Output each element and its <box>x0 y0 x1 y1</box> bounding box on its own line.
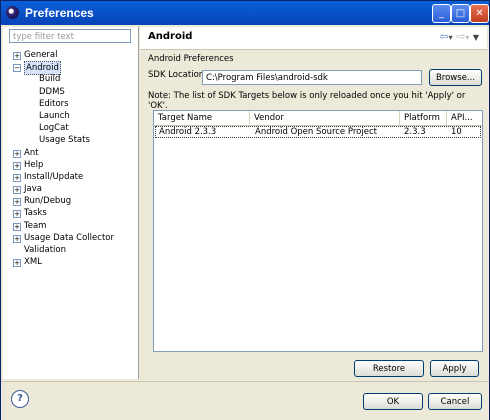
tree-item-run-debug[interactable]: + Run/Debug <box>3 195 138 207</box>
expand-icon[interactable]: + <box>13 259 21 268</box>
tree-item-usage-data-collector[interactable]: + Usage Data Collector <box>3 232 138 244</box>
tree-item-label: Java <box>24 184 42 195</box>
tree-item-usage-stats[interactable]: Usage Stats <box>3 134 138 146</box>
tree-item-label: Editors <box>39 98 69 109</box>
tree-item-label: Launch <box>39 110 70 121</box>
column-api[interactable]: API... <box>447 111 482 125</box>
apply-button[interactable]: Apply <box>430 360 479 377</box>
forward-menu-icon[interactable]: ▾ <box>465 33 469 42</box>
table-header: Target Name Vendor Platform API... <box>154 111 482 126</box>
tree-item-launch[interactable]: Launch <box>3 110 138 122</box>
page-header: Android ⇦▾ ⇨▾ ▼ <box>140 27 487 50</box>
expand-icon[interactable]: + <box>13 186 21 195</box>
expand-icon[interactable]: + <box>13 161 21 170</box>
restore-defaults-button[interactable]: Restore Defaults <box>354 360 424 391</box>
cell-platform: 2.3.3 <box>404 127 426 137</box>
preference-navigation-panel: type filter text + General − Android Build DD… <box>3 27 139 379</box>
cell-target-name: Android 2.3.3 <box>159 127 217 137</box>
preference-tree: + General − Android Build DDMS Editors Launch Lo… <box>3 49 138 268</box>
expand-icon[interactable]: + <box>13 173 21 182</box>
expand-icon[interactable]: + <box>13 210 21 219</box>
tree-item-xml[interactable]: + XML <box>3 256 138 268</box>
tree-item-label: LogCat <box>39 123 69 134</box>
tree-item-help[interactable]: + Help <box>3 159 138 171</box>
sdk-location-label: SDK Location: <box>148 70 208 80</box>
preferences-window: Preferences _ □ ✕ type filter text + Gene… <box>0 0 490 420</box>
maximize-button[interactable]: □ <box>451 4 470 23</box>
collapse-icon[interactable]: − <box>13 64 21 73</box>
tree-item-label: Usage Data Collector <box>24 232 114 243</box>
minimize-button[interactable]: _ <box>432 4 451 23</box>
tree-item-ant[interactable]: + Ant <box>3 147 138 159</box>
cell-vendor: Android Open Source Project <box>255 127 377 137</box>
expand-icon[interactable]: + <box>13 234 21 243</box>
column-platform[interactable]: Platform <box>400 111 447 125</box>
tree-item-java[interactable]: + Java <box>3 183 138 195</box>
cell-api: 10 <box>451 127 462 137</box>
browse-button[interactable]: Browse... <box>429 69 482 86</box>
expand-icon[interactable]: + <box>13 149 21 158</box>
back-menu-icon[interactable]: ▾ <box>449 33 453 42</box>
cancel-button[interactable]: Cancel <box>428 393 482 410</box>
tree-item-label: Install/Update <box>24 171 84 182</box>
forward-arrow-icon[interactable]: ⇨ <box>456 30 465 43</box>
help-icon[interactable]: ? <box>11 390 29 408</box>
tree-item-install-update[interactable]: + Install/Update <box>3 171 138 183</box>
page-subtitle: Android Preferences <box>148 54 234 64</box>
tree-item-label: Team <box>24 220 47 231</box>
tree-item-label: DDMS <box>39 86 65 97</box>
tree-item-label: Tasks <box>24 208 47 219</box>
sdk-location-field[interactable]: C:\Program Files\android-sdk <box>202 70 422 85</box>
ok-button[interactable]: OK <box>363 393 423 410</box>
tree-item-validation[interactable]: Validation <box>3 244 138 256</box>
window-title: Preferences <box>25 6 94 20</box>
back-arrow-icon[interactable]: ⇦ <box>439 30 448 43</box>
tree-item-android[interactable]: − Android <box>3 61 138 76</box>
preference-page: Android ⇦▾ ⇨▾ ▼ Android Preferences SDK … <box>140 27 487 391</box>
tree-item-label: Run/Debug <box>24 196 72 207</box>
tree-item-label: Usage Stats <box>39 135 90 146</box>
expand-icon[interactable]: + <box>13 198 21 207</box>
tree-item-editors[interactable]: Editors <box>3 98 138 110</box>
filter-input[interactable]: type filter text <box>9 29 131 43</box>
dialog-footer: ? OK Cancel <box>1 381 489 420</box>
close-button[interactable]: ✕ <box>470 4 489 23</box>
title-bar[interactable]: Preferences _ □ ✕ <box>1 1 489 25</box>
tree-item-label: Build <box>39 74 61 85</box>
column-vendor[interactable]: Vendor <box>250 111 400 125</box>
tree-item-logcat[interactable]: LogCat <box>3 122 138 134</box>
tree-item-label: XML <box>24 257 42 268</box>
column-target-name[interactable]: Target Name <box>154 111 250 125</box>
tree-item-ddms[interactable]: DDMS <box>3 86 138 98</box>
eclipse-icon <box>6 6 19 19</box>
page-navigation: ⇦▾ ⇨▾ ▼ <box>439 30 479 43</box>
sdk-targets-table[interactable]: Target Name Vendor Platform API... Andro… <box>153 110 483 352</box>
tree-item-team[interactable]: + Team <box>3 220 138 232</box>
sdk-note: Note: The list of SDK Targets below is o… <box>148 91 466 111</box>
tree-item-general[interactable]: + General <box>3 49 138 61</box>
tree-item-tasks[interactable]: + Tasks <box>3 207 138 219</box>
tree-item-label: Help <box>24 159 44 170</box>
page-title: Android <box>148 31 193 42</box>
tree-item-label: General <box>24 50 58 60</box>
view-menu-icon[interactable]: ▼ <box>473 33 479 42</box>
tree-item-build[interactable]: Build <box>3 73 138 85</box>
tree-item-label: Validation <box>24 245 66 255</box>
table-row[interactable]: Android 2.3.3 Android Open Source Projec… <box>155 126 481 138</box>
tree-item-label: Ant <box>24 147 39 158</box>
expand-icon[interactable]: + <box>13 222 21 231</box>
expand-icon[interactable]: + <box>13 52 21 60</box>
